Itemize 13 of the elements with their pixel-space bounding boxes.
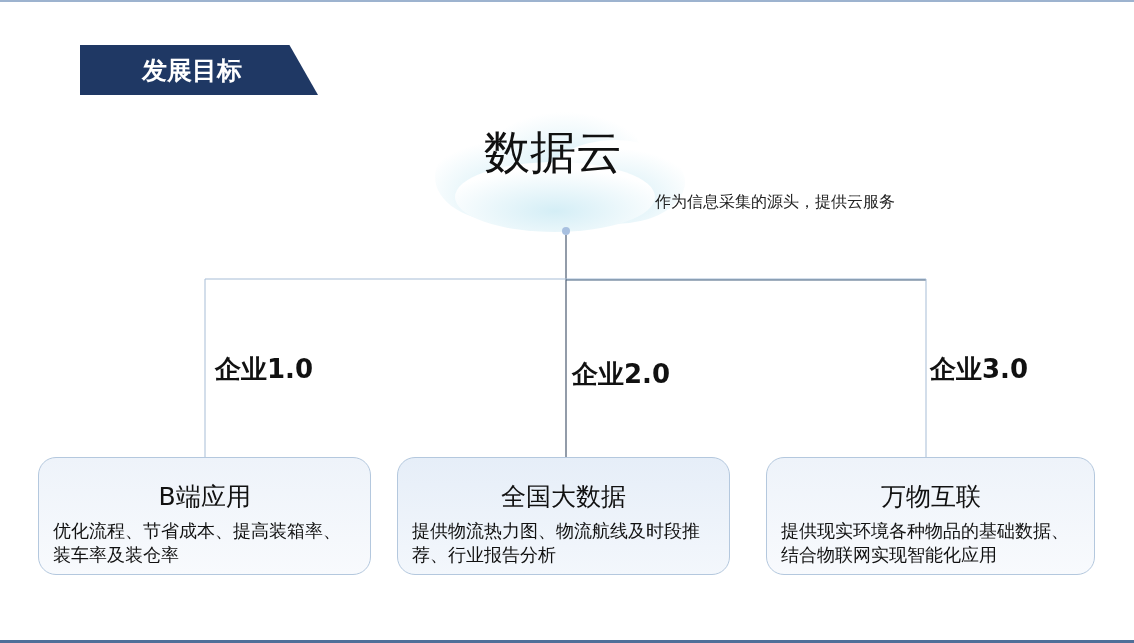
card-text: 优化流程、节省成本、提高装箱率、装车率及装仓率 [53,519,342,567]
root-label: 数据云 [484,124,622,181]
stage-label: 企业2.0 [572,358,671,391]
stage-label: 企业3.0 [930,353,1029,386]
card-title: 万物互联 [879,481,982,513]
slide-title: 发展目标 [80,45,318,95]
card-title: 全国大数据 [500,481,627,513]
card-title: B端应用 [157,481,252,513]
card-text: 提供物流热力图、物流航线及时段推荐、行业报告分析 [412,519,701,567]
root-note: 作为信息采集的源头，提供云服务 [655,192,895,213]
stage-label: 企业1.0 [215,353,314,386]
connector-dot [562,227,570,235]
card-text: 提供现实环境各种物品的基础数据、结合物联网实现智能化应用 [781,519,1070,567]
